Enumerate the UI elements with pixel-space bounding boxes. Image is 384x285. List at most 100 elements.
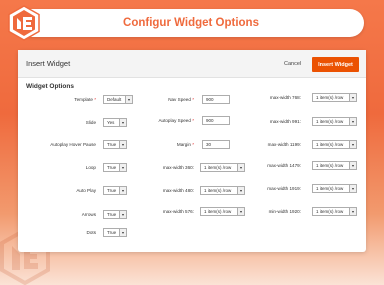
loop-label: Loop: [86, 165, 96, 170]
field-label-text: Margin: [176, 142, 191, 147]
field-label-text: Nav Speed: [168, 97, 191, 102]
max-width-1479-select[interactable]: 1 item(s) /row: [312, 161, 357, 170]
max-width-480-select[interactable]: 1 item(s) /row: [200, 186, 245, 195]
field-label-text: Arrows: [81, 212, 96, 217]
field-value: Default: [107, 97, 122, 102]
field-label-text: max-width 768:: [269, 95, 301, 100]
dots-label: Dots: [87, 230, 96, 235]
required-asterisk: *: [190, 97, 194, 102]
margin-input[interactable]: 30: [202, 140, 230, 149]
max-width-768-select[interactable]: 1 item(s) /row: [312, 93, 357, 102]
required-asterisk: *: [190, 142, 194, 147]
field-value: 900: [206, 97, 214, 102]
arrows-select[interactable]: True: [103, 210, 127, 219]
insert-widget-button[interactable]: Insert Widget: [312, 57, 359, 72]
autoplay-hover-pause-select[interactable]: True: [103, 140, 127, 149]
slide-select[interactable]: Yes: [103, 118, 127, 127]
cancel-button[interactable]: Cancel: [284, 61, 301, 67]
max-width-480-label: max-width 480:: [163, 188, 194, 193]
nav-speed-label: Nav Speed *: [168, 97, 194, 102]
autoplay-speed-input[interactable]: 900: [202, 116, 230, 125]
slide-label: Slide: [86, 120, 96, 125]
chevron-down-icon[interactable]: [237, 208, 244, 215]
max-width-360-label: max-width 360:: [163, 165, 194, 170]
panel-title: Insert Widget: [26, 59, 71, 68]
field-label-text: max-width 1479:: [267, 163, 301, 168]
field-label-text: Autoplay Speed: [158, 118, 191, 123]
margin-label: Margin *: [177, 142, 194, 147]
field-label-text: Autoplay Hover Pause: [50, 142, 96, 147]
field-value: True: [107, 165, 117, 170]
field-value: 1 item(s) /row: [316, 186, 344, 191]
chevron-down-icon[interactable]: [125, 96, 132, 103]
chevron-down-icon[interactable]: [119, 164, 126, 171]
field-value: 1 item(s) /row: [316, 142, 344, 147]
field-value: 1 item(s) /row: [316, 163, 344, 168]
field-value: 1 item(s) /row: [204, 188, 232, 193]
chevron-down-icon[interactable]: [237, 164, 244, 171]
field-label-text: min-width 1920:: [268, 209, 301, 214]
field-label-text: max-width 360:: [162, 165, 194, 170]
max-width-991-select[interactable]: 1 item(s) /row: [312, 117, 357, 126]
field-value: 1 item(s) /row: [204, 165, 232, 170]
chevron-down-icon[interactable]: [119, 119, 126, 126]
max-width-1919-label: max-width 1919:: [267, 186, 301, 191]
field-label-text: Auto Play: [76, 188, 96, 193]
field-label-text: Loop: [85, 165, 96, 170]
template-label: Template *: [74, 97, 96, 102]
chevron-down-icon[interactable]: [349, 94, 356, 101]
field-label-text: max-width 480:: [162, 188, 194, 193]
chevron-down-icon[interactable]: [349, 162, 356, 169]
min-width-1920-label: min-width 1920:: [269, 209, 301, 214]
autoplay-speed-label: Autoplay Speed *: [158, 118, 194, 123]
max-width-1919-select[interactable]: 1 item(s) /row: [312, 184, 357, 193]
insert-widget-panel: Insert Widget Cancel Insert Widget Widge…: [18, 50, 366, 252]
field-value: 1 item(s) /row: [316, 209, 344, 214]
chevron-down-icon[interactable]: [119, 141, 126, 148]
field-value: 900: [206, 118, 214, 123]
field-label-text: Template: [74, 97, 93, 102]
chevron-down-icon[interactable]: [349, 118, 356, 125]
loop-select[interactable]: True: [103, 163, 127, 172]
min-width-1920-select[interactable]: 1 item(s) /row: [312, 207, 357, 216]
field-label-text: max-width 1199:: [267, 142, 301, 147]
dots-select[interactable]: True: [103, 228, 127, 237]
max-width-768-label: max-width 768:: [270, 95, 301, 100]
template-select[interactable]: Default: [103, 95, 133, 104]
max-width-576-select[interactable]: 1 item(s) /row: [200, 207, 245, 216]
panel-header: Insert Widget Cancel Insert Widget: [18, 50, 366, 78]
auto-play-select[interactable]: True: [103, 186, 127, 195]
field-value: 1 item(s) /row: [204, 209, 232, 214]
field-label-text: Dots: [86, 230, 96, 235]
field-value: True: [107, 212, 117, 217]
autoplay-hover-pause-label: Autoplay Hover Pause: [50, 142, 96, 147]
required-asterisk: *: [190, 118, 194, 123]
chevron-down-icon[interactable]: [119, 187, 126, 194]
auto-play-label: Auto Play: [76, 188, 96, 193]
field-value: 1 item(s) /row: [316, 95, 344, 100]
page-title: Configur Widget Options: [123, 17, 259, 29]
max-width-360-select[interactable]: 1 item(s) /row: [200, 163, 245, 172]
magento-logo-icon: [6, 5, 42, 41]
field-label-text: Slide: [85, 120, 96, 125]
chevron-down-icon[interactable]: [119, 211, 126, 218]
field-value: 30: [206, 142, 212, 147]
nav-speed-input[interactable]: 900: [202, 95, 230, 104]
field-value: Yes: [107, 120, 115, 125]
chevron-down-icon[interactable]: [349, 141, 356, 148]
field-label-text: max-width 991:: [269, 119, 301, 124]
chevron-down-icon[interactable]: [119, 229, 126, 236]
field-value: True: [107, 188, 117, 193]
section-title: Widget Options: [26, 83, 74, 90]
arrows-label: Arrows: [82, 212, 96, 217]
max-width-576-label: max-width 576:: [163, 209, 194, 214]
page-header: Configur Widget Options: [18, 9, 364, 37]
max-width-991-label: max-width 991:: [270, 119, 301, 124]
field-label-text: max-width 1919:: [267, 186, 301, 191]
chevron-down-icon[interactable]: [349, 208, 356, 215]
max-width-1479-label: max-width 1479:: [267, 163, 301, 168]
chevron-down-icon[interactable]: [349, 185, 356, 192]
field-label-text: max-width 576:: [162, 209, 194, 214]
max-width-1199-select[interactable]: 1 item(s) /row: [312, 140, 357, 149]
chevron-down-icon[interactable]: [237, 187, 244, 194]
